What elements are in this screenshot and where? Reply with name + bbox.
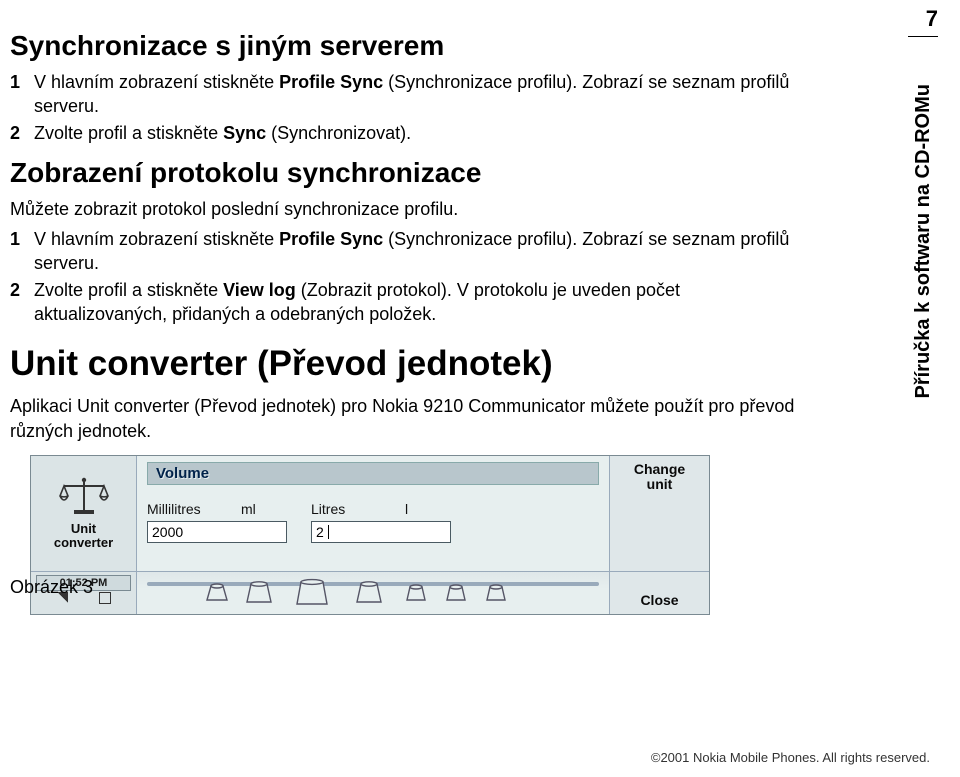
step-number: 2 xyxy=(10,278,20,302)
figure-label: Obrázek 3 xyxy=(10,577,130,604)
list-item: 1 V hlavním zobrazení stiskněte Profile … xyxy=(10,70,810,119)
list-item: 2 Zvolte profil a stiskněte Sync (Synchr… xyxy=(10,121,810,145)
from-unit-name: Millilitres xyxy=(147,501,227,517)
paragraph-unit: Aplikaci Unit converter (Převod jednotek… xyxy=(10,394,810,443)
change-unit-softkey[interactable]: Change unit xyxy=(634,462,685,493)
main-content: Synchronizace s jiným serverem 1 V hlavn… xyxy=(10,30,810,604)
screenshot-unit-converter: Unit converter Volume Millilitres ml xyxy=(30,455,710,615)
scale-icon xyxy=(56,476,112,518)
to-unit-abbr: l xyxy=(405,501,435,517)
step-text: Zvolte profil a stiskněte xyxy=(34,280,223,300)
app-title-line2: converter xyxy=(54,536,113,550)
step-text: V hlavním zobrazení stiskněte xyxy=(34,72,279,92)
from-value-input[interactable]: 2000 xyxy=(147,521,287,543)
step-text: Zvolte profil a stiskněte xyxy=(34,123,223,143)
screenshot-right-panel-bottom: Close xyxy=(609,572,709,614)
from-unit-abbr: ml xyxy=(241,501,271,517)
close-softkey[interactable]: Close xyxy=(640,593,678,608)
step-number: 1 xyxy=(10,227,20,251)
screenshot-titlebar: Volume xyxy=(147,462,599,485)
footer-copyright: ©2001 Nokia Mobile Phones. All rights re… xyxy=(651,750,930,765)
heading-protocol: Zobrazení protokolu synchronizace xyxy=(10,157,810,189)
softkey-line2: unit xyxy=(634,477,685,492)
step-number: 2 xyxy=(10,121,20,145)
steps-protocol: 1 V hlavním zobrazení stiskněte Profile … xyxy=(10,227,810,326)
screenshot-right-panel-top: Change unit xyxy=(609,456,709,571)
side-tab-text: Příručka k softwaru na CD-ROMu xyxy=(912,84,935,399)
list-item: 2 Zvolte profil a stiskněte View log (Zo… xyxy=(10,278,810,327)
softkey-line1: Change xyxy=(634,462,685,477)
step-keyword: Sync xyxy=(223,123,266,143)
to-unit-block: Litres l 2 xyxy=(311,501,451,543)
app-title-line1: Unit xyxy=(54,522,113,536)
to-unit-name: Litres xyxy=(311,501,391,517)
app-title: Unit converter xyxy=(54,522,113,551)
page-number: 7 xyxy=(926,6,938,32)
paragraph-protocol: Můžete zobrazit protokol poslední synchr… xyxy=(10,197,810,221)
step-keyword: View log xyxy=(223,280,296,300)
step-text: V hlavním zobrazení stiskněte xyxy=(34,229,279,249)
step-keyword: Profile Sync xyxy=(279,72,383,92)
screenshot-left-panel: Unit converter xyxy=(31,456,137,571)
jugs-icon xyxy=(197,572,557,612)
heading-sync-other-server: Synchronizace s jiným serverem xyxy=(10,30,810,62)
screenshot-illustration xyxy=(137,572,609,614)
step-text: (Synchronizovat). xyxy=(266,123,411,143)
list-item: 1 V hlavním zobrazení stiskněte Profile … xyxy=(10,227,810,276)
step-number: 1 xyxy=(10,70,20,94)
steps-sync-other: 1 V hlavním zobrazení stiskněte Profile … xyxy=(10,70,810,145)
to-value-input[interactable]: 2 xyxy=(311,521,451,543)
heading-unit-converter: Unit converter (Převod jednotek) xyxy=(10,344,810,384)
step-keyword: Profile Sync xyxy=(279,229,383,249)
battery-icon xyxy=(99,592,111,604)
from-unit-block: Millilitres ml 2000 xyxy=(147,501,287,543)
screenshot-main: Volume Millilitres ml 2000 xyxy=(137,456,609,571)
side-tab: Příručka k softwaru na CD-ROMu xyxy=(908,36,938,446)
